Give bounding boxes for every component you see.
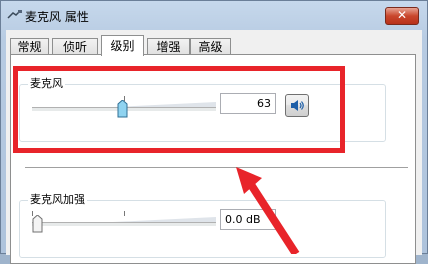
tab-levels[interactable]: 级别: [101, 35, 144, 56]
red-arrow-icon: [236, 167, 300, 254]
